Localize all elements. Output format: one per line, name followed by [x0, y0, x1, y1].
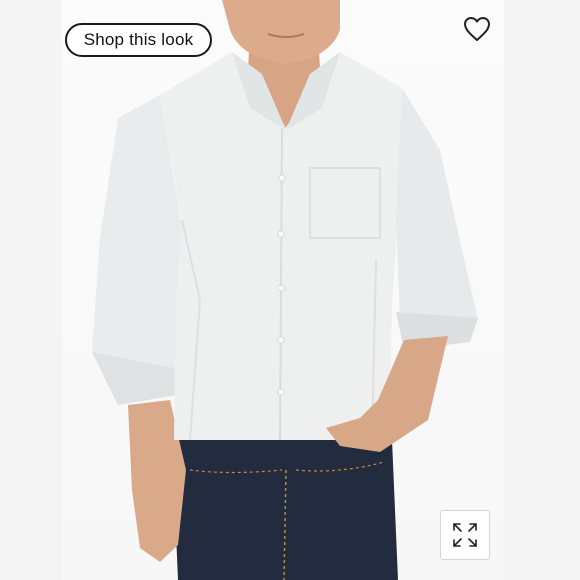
right-sleeve: [396, 88, 478, 342]
favorite-button[interactable]: [460, 14, 494, 44]
shop-this-look-button[interactable]: Shop this look: [65, 23, 212, 57]
expand-image-button[interactable]: [440, 510, 490, 560]
heart-outline-icon: [464, 17, 490, 41]
model-head: [222, 0, 340, 64]
jeans: [172, 440, 398, 580]
product-image-viewer: Shop this look: [0, 0, 580, 580]
expand-arrows-icon: [453, 523, 477, 547]
product-photo: [92, 0, 478, 580]
